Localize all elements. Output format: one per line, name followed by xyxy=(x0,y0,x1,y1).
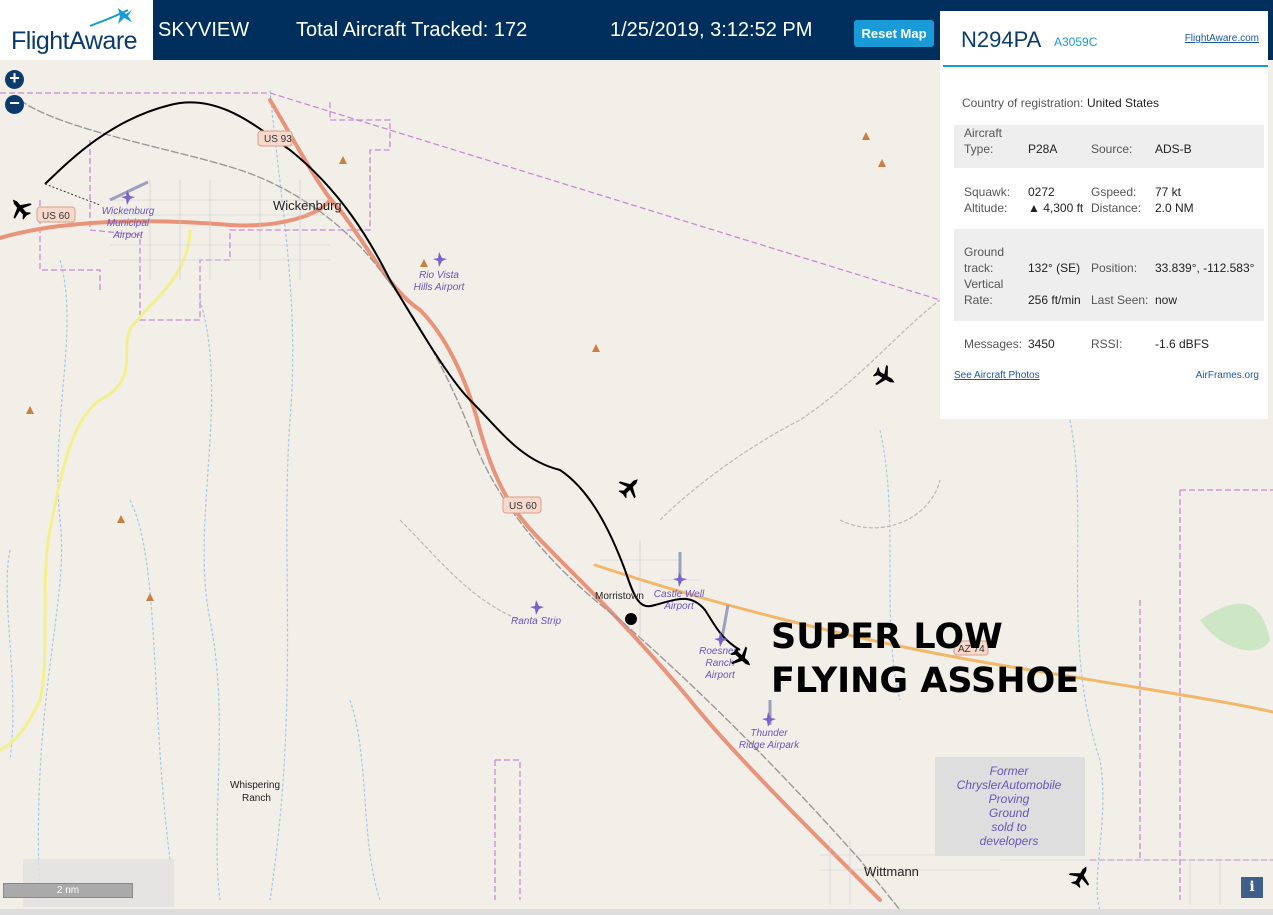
datetime: 1/25/2019, 3:12:52 PM xyxy=(610,19,813,41)
airport-roesner-l1: Roesner xyxy=(699,646,737,657)
airframes-link[interactable]: AirFrames.org xyxy=(1196,370,1259,381)
ground-track-label-1: Ground xyxy=(964,245,1005,259)
position-label: Position: xyxy=(1091,261,1138,275)
aircraft-type-label-2: Type: xyxy=(964,142,994,156)
source-value: ADS-B xyxy=(1155,142,1192,156)
road-label-us93: US 93 xyxy=(264,134,292,145)
airport-riovista-l2: Hills Airport xyxy=(414,282,466,293)
vertical-rate-label-1: Vertical xyxy=(964,277,1004,291)
position-value: 33.839°, -112.583° xyxy=(1155,261,1255,275)
last-seen-label: Last Seen: xyxy=(1091,293,1149,307)
ground-track-value: 132° (SE) xyxy=(1028,261,1081,275)
source-label: Source: xyxy=(1091,142,1133,156)
zoom-out-button[interactable]: − xyxy=(5,94,24,114)
gspeed-label: Gspeed: xyxy=(1091,185,1137,199)
aircraft-tracked: Total Aircraft Tracked: 172 xyxy=(296,19,528,41)
airport-riovista-l1: Rio Vista xyxy=(419,270,459,281)
country-label: Country of registration: xyxy=(962,96,1084,110)
proving-ground-l5: sold to xyxy=(991,820,1027,834)
squawk-value: 0272 xyxy=(1028,185,1055,199)
proving-ground-l2: ChryslerAutomobile xyxy=(957,778,1062,792)
aircraft-info-panel: N294PA A3059C FlightAware.com Country of… xyxy=(940,11,1268,419)
airport-ranta-strip: Ranta Strip xyxy=(511,616,561,627)
vertical-rate-value: 256 ft/min xyxy=(1028,293,1081,307)
distance-label: Distance: xyxy=(1091,201,1142,215)
airport-castlewell-l1: Castle Well xyxy=(654,589,705,600)
town-wickenburg: Wickenburg xyxy=(273,198,342,213)
proving-ground-l6: developers xyxy=(980,834,1039,848)
squawk-label: Squawk: xyxy=(964,185,1011,199)
app-name: SKYVIEW xyxy=(158,19,250,41)
proving-ground-l4: Ground xyxy=(989,806,1029,820)
hex-code: A3059C xyxy=(1054,35,1098,49)
zoom-in-button[interactable]: + xyxy=(5,69,24,89)
vertical-rate-label-2: Rate: xyxy=(964,293,993,307)
aircraft-type-label-1: Aircraft xyxy=(964,126,1003,140)
messages-label: Messages: xyxy=(964,337,1023,351)
altitude-label: Altitude: xyxy=(964,201,1008,215)
ground-track-label-2: track: xyxy=(964,261,994,275)
registration: N294PA xyxy=(961,27,1042,52)
proving-ground-l1: Former xyxy=(990,764,1030,778)
airport-wickenburg-l2: Municipal xyxy=(107,218,150,229)
town-morristown: Morristown xyxy=(595,591,644,602)
proving-ground-l3: Proving xyxy=(989,792,1030,806)
info-button[interactable]: i xyxy=(1241,877,1263,898)
aircraft-type-value: P28A xyxy=(1028,142,1058,156)
aircraft-photos-link[interactable]: See Aircraft Photos xyxy=(954,370,1040,381)
gspeed-value: 77 kt xyxy=(1155,185,1182,199)
annotation-line-2: FLYING ASSHOE xyxy=(771,661,1080,701)
messages-value: 3450 xyxy=(1028,337,1055,351)
airport-thunder-l2: Ridge Airpark xyxy=(739,740,800,751)
altitude-value: ▲ 4,300 ft xyxy=(1028,201,1084,215)
scale-bar: 2 nm xyxy=(3,883,133,898)
airport-thunder-l1: Thunder xyxy=(750,728,788,739)
place-whispering: Whispering xyxy=(230,780,280,791)
place-ranch: Ranch xyxy=(242,793,271,804)
airport-roesner-l3: Airport xyxy=(704,670,736,681)
panel-divider xyxy=(943,65,1268,67)
airport-wickenburg-l3: Airport xyxy=(112,230,144,241)
town-wittmann: Wittmann xyxy=(864,864,919,879)
reset-map-button[interactable]: Reset Map xyxy=(854,20,934,47)
distance-value: 2.0 NM xyxy=(1155,201,1194,215)
bottom-scrollbar[interactable] xyxy=(0,909,1273,915)
track-start-dot xyxy=(625,613,637,625)
flightaware-link[interactable]: FlightAware.com xyxy=(1185,33,1259,44)
last-seen-value: now xyxy=(1155,293,1178,307)
country-value: United States xyxy=(1087,96,1160,110)
rssi-label: RSSI: xyxy=(1091,337,1123,351)
airport-castlewell-l2: Airport xyxy=(663,601,695,612)
rssi-value: -1.6 dBFS xyxy=(1155,337,1210,351)
airport-wickenburg-l1: Wickenburg xyxy=(102,206,155,217)
road-label-us60-west: US 60 xyxy=(42,211,70,222)
airport-roesner-l2: Ranch xyxy=(706,658,735,669)
flightaware-logo[interactable]: FlightAware xyxy=(0,0,153,60)
logo-text: FlightAware xyxy=(11,27,138,55)
road-label-us60-central: US 60 xyxy=(509,501,537,512)
annotation-line-1: SUPER LOW xyxy=(771,617,1003,657)
